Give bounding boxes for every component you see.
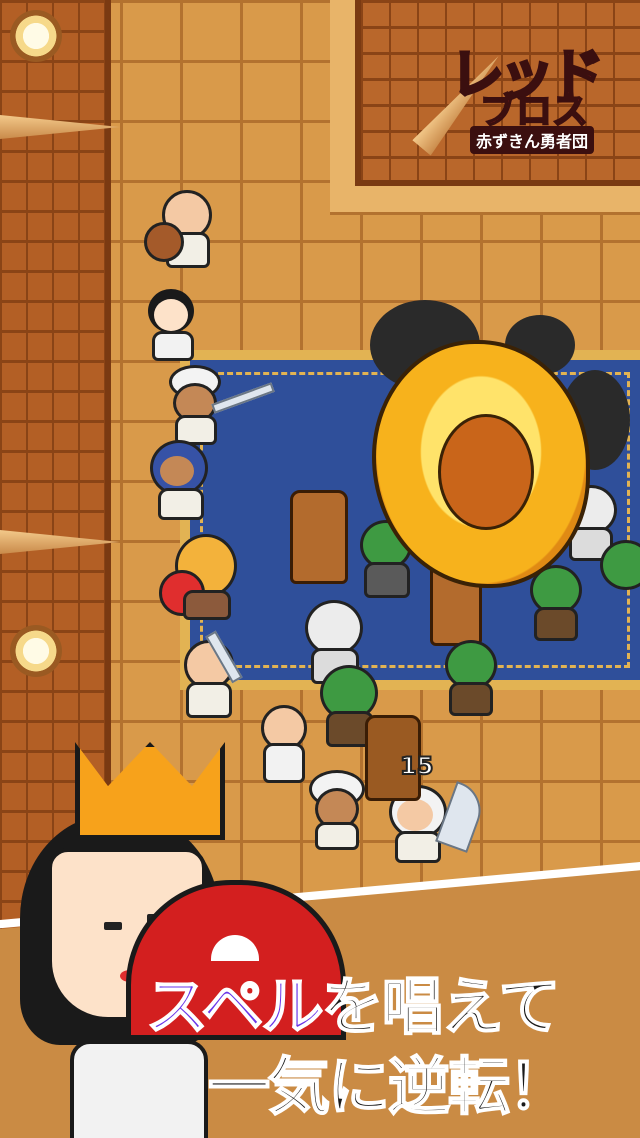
promo-line-1: スペルを唱えて bbox=[145, 956, 562, 1046]
promo-highlight: スペル bbox=[145, 969, 325, 1044]
promo-line-2: 一気に逆転！ bbox=[207, 1049, 571, 1124]
queen-gown bbox=[70, 1040, 208, 1138]
logo-subtitle: 赤ずきん勇者団 bbox=[470, 126, 595, 154]
wall-ledge bbox=[330, 0, 358, 212]
game-logo: レッド ブロス 赤ずきん勇者団 bbox=[449, 30, 620, 160]
wall-ledge-bottom bbox=[330, 186, 640, 215]
wall-lamp-icon bbox=[10, 625, 62, 677]
wall-lamp-icon bbox=[10, 10, 62, 62]
game-scene: 15 レッド ブロス 赤ずきん勇者団 スペルを唱えて 一気に逆転！ bbox=[0, 0, 640, 1138]
damage-number: 15 bbox=[399, 751, 434, 781]
promo-line-1-rest: を唱えて bbox=[321, 969, 562, 1044]
